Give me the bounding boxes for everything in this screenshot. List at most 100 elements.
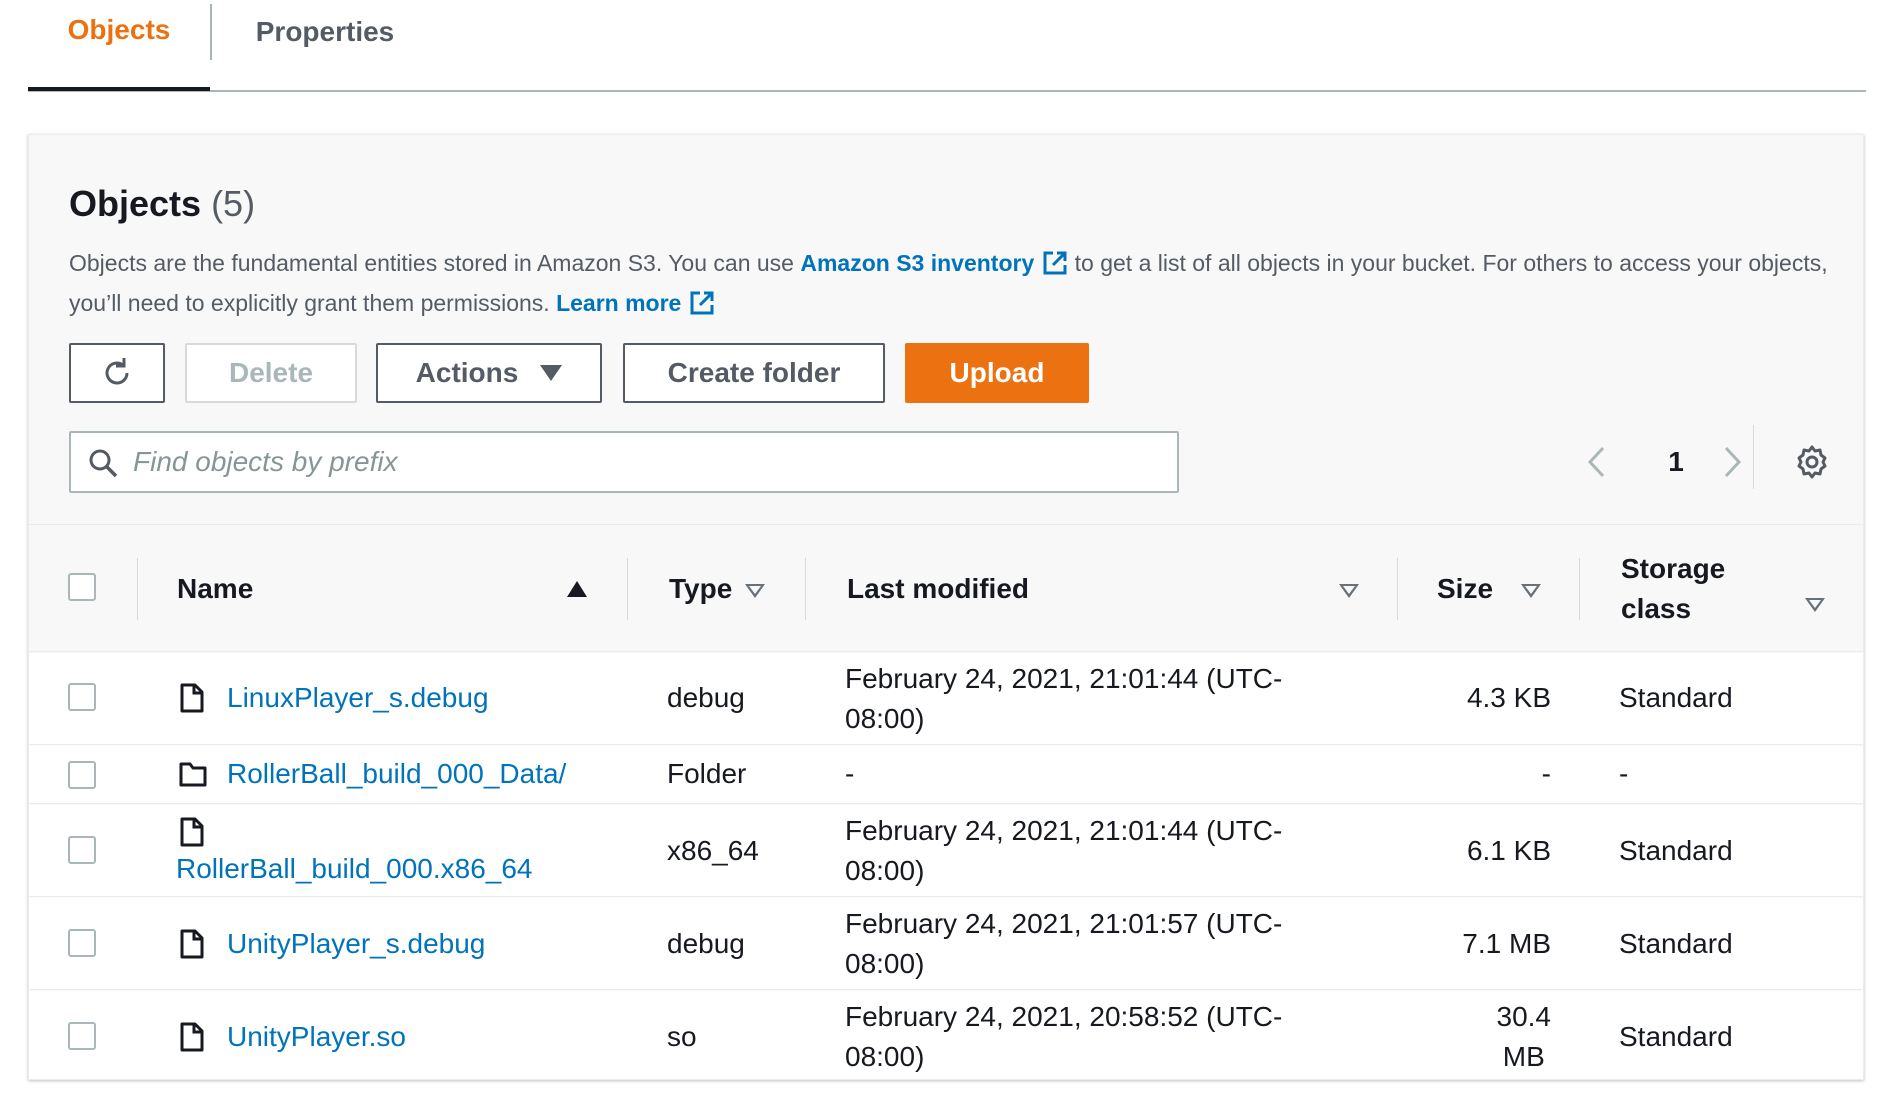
column-header-last-modified[interactable]: Last modified: [847, 526, 1029, 652]
modified-line-1: February 24, 2021, 21:01:57 (UTC-: [845, 908, 1283, 939]
row-checkbox[interactable]: [68, 1022, 96, 1050]
object-type: x86_64: [667, 835, 759, 866]
object-type: Folder: [667, 758, 747, 789]
table-row: LinuxPlayer_s.debug debug February 24, 2…: [29, 653, 1863, 745]
modified-line-1: February 24, 2021, 21:01:44 (UTC-: [845, 663, 1283, 694]
object-storage-class: -: [1619, 758, 1629, 789]
external-link-icon: [1043, 251, 1067, 275]
column-divider: [805, 558, 806, 620]
object-last-modified: -: [845, 754, 854, 794]
column-header-type[interactable]: Type: [669, 526, 732, 652]
refresh-icon: [105, 358, 129, 385]
column-type-label: Type: [669, 573, 733, 604]
modified-line-1: February 24, 2021, 20:58:52 (UTC-: [845, 1001, 1283, 1032]
table-row: UnityPlayer_s.debug debug February 24, 2…: [29, 898, 1863, 990]
tab-properties[interactable]: Properties: [210, 0, 440, 92]
actions-label: Actions: [415, 357, 519, 388]
chevron-right-icon: [1724, 446, 1742, 478]
page-title: Objects (5): [69, 183, 255, 225]
size-line-1: 6.1 KB: [1466, 835, 1551, 866]
search-icon: [89, 449, 118, 478]
object-type: debug: [667, 928, 745, 959]
column-name-label: Name: [177, 573, 254, 604]
object-last-modified: February 24, 2021, 21:01:44 (UTC- 08:00): [845, 659, 1282, 739]
table-header: Name Type Last modified Size Storage cla…: [29, 526, 1863, 652]
row-checkbox[interactable]: [68, 761, 96, 789]
object-name-link[interactable]: RollerBall_build_000.x86_64: [176, 849, 532, 889]
page-number[interactable]: 1: [1661, 431, 1691, 493]
size-line-2: MB: [1502, 1041, 1545, 1072]
modified-line-1: -: [845, 758, 855, 789]
refresh-button[interactable]: [69, 343, 165, 403]
upload-button[interactable]: Upload: [905, 343, 1089, 403]
preferences-button[interactable]: [1781, 431, 1843, 493]
column-size-label: Size: [1437, 573, 1494, 604]
caret-down-icon: [540, 365, 563, 381]
table-row: RollerBall_build_000_Data/ Folder - - -: [29, 746, 1863, 804]
object-last-modified: February 24, 2021, 20:58:52 (UTC- 08:00): [845, 997, 1282, 1077]
column-divider: [137, 558, 138, 620]
select-all-checkbox[interactable]: [68, 573, 96, 601]
file-icon: [180, 1022, 204, 1052]
sort-icon[interactable]: [1521, 584, 1541, 598]
search-input[interactable]: [133, 433, 1163, 491]
sort-ascending-icon[interactable]: [567, 581, 587, 597]
modified-line-2: 08:00): [845, 855, 925, 886]
object-storage-class: Standard: [1619, 928, 1733, 959]
column-header-size[interactable]: Size: [1437, 526, 1493, 652]
object-size: 30.4 MB: [1497, 997, 1552, 1077]
tab-objects[interactable]: Objects: [28, 0, 210, 91]
actions-dropdown-button[interactable]: Actions: [376, 343, 602, 403]
object-size: 7.1 MB: [1462, 924, 1551, 964]
file-icon: [180, 683, 204, 713]
size-line-1: 4.3 KB: [1466, 682, 1551, 713]
column-divider: [1579, 558, 1580, 620]
modified-line-2: 08:00): [845, 948, 925, 979]
learn-more-link[interactable]: Learn more: [556, 290, 715, 316]
row-checkbox[interactable]: [68, 929, 96, 957]
description-text-1: Objects are the fundamental entities sto…: [69, 250, 801, 276]
object-type: so: [667, 1021, 697, 1052]
objects-panel-header: Objects (5) Objects are the fundamental …: [29, 135, 1863, 525]
column-header-storage-class[interactable]: Storage class: [1621, 526, 1725, 652]
object-last-modified: February 24, 2021, 21:01:57 (UTC- 08:00): [845, 904, 1282, 984]
chevron-left-icon: [1587, 446, 1605, 478]
delete-button[interactable]: Delete: [185, 343, 357, 403]
object-size: 4.3 KB: [1467, 678, 1551, 718]
column-storage-label-2: class: [1621, 593, 1692, 624]
object-storage-class: Standard: [1619, 682, 1733, 713]
object-storage-class: Standard: [1619, 835, 1733, 866]
table-row: RollerBall_build_000.x86_64 x86_64 Febru…: [29, 805, 1863, 897]
object-name-link[interactable]: LinuxPlayer_s.debug: [227, 678, 489, 718]
sort-icon[interactable]: [1339, 584, 1359, 598]
create-folder-button[interactable]: Create folder: [623, 343, 885, 403]
object-last-modified: February 24, 2021, 21:01:44 (UTC- 08:00): [845, 811, 1282, 891]
modified-line-2: 08:00): [845, 703, 925, 734]
column-last-modified-label: Last modified: [847, 573, 1030, 604]
sort-icon[interactable]: [745, 584, 765, 598]
object-storage-class: Standard: [1619, 1021, 1733, 1052]
row-checkbox[interactable]: [68, 836, 96, 864]
column-divider: [627, 558, 628, 620]
s3-inventory-link-label: Amazon S3 inventory: [800, 250, 1035, 276]
pager-divider: [1753, 425, 1754, 489]
panel-description: Objects are the fundamental entities sto…: [69, 243, 1829, 323]
previous-page-button[interactable]: [1584, 431, 1614, 493]
object-name-link[interactable]: RollerBall_build_000_Data/: [227, 754, 566, 794]
object-size: -: [1542, 754, 1551, 794]
size-line-1: -: [1541, 758, 1551, 789]
sort-icon[interactable]: [1805, 598, 1825, 612]
object-name-link[interactable]: UnityPlayer_s.debug: [227, 924, 485, 964]
gear-icon: [1797, 445, 1827, 479]
file-icon: [180, 817, 204, 847]
size-line-1: 30.4: [1496, 1001, 1552, 1032]
next-page-button[interactable]: [1719, 431, 1749, 493]
s3-inventory-link[interactable]: Amazon S3 inventory: [800, 250, 1068, 276]
title-text: Objects: [69, 183, 202, 224]
row-checkbox[interactable]: [68, 683, 96, 711]
object-name-link[interactable]: UnityPlayer.so: [227, 1017, 406, 1057]
objects-panel: Objects (5) Objects are the fundamental …: [28, 134, 1864, 1080]
modified-line-1: February 24, 2021, 21:01:44 (UTC-: [845, 815, 1283, 846]
column-header-name[interactable]: Name: [177, 526, 253, 652]
search-box: [69, 431, 1179, 493]
